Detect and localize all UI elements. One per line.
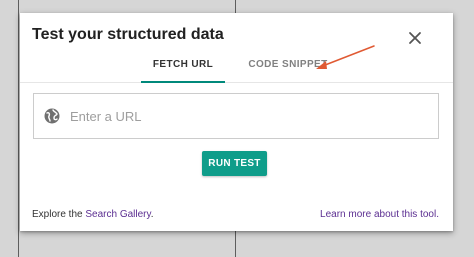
- dialog-title: Test your structured data: [32, 26, 224, 43]
- footer-explore: Explore the Search Gallery.: [32, 209, 154, 220]
- structured-data-dialog: Test your structured data FETCH URL CODE…: [20, 13, 453, 231]
- run-test-button[interactable]: RUN TEST: [202, 151, 267, 176]
- url-field: [33, 93, 439, 139]
- tab-bar: FETCH URL CODE SNIPPET: [20, 57, 453, 83]
- close-icon[interactable]: [406, 29, 424, 47]
- explore-suffix: .: [150, 209, 154, 220]
- explore-prefix: Explore the: [32, 209, 86, 220]
- url-input[interactable]: [70, 106, 420, 126]
- annotation-arrow-icon: [316, 45, 375, 69]
- tab-fetch-url[interactable]: FETCH URL: [141, 57, 225, 83]
- background-divider: [18, 0, 19, 257]
- globe-icon: [44, 108, 60, 124]
- search-gallery-link[interactable]: Search Gallery: [85, 209, 150, 220]
- learn-more-link[interactable]: Learn more about this tool.: [320, 209, 439, 220]
